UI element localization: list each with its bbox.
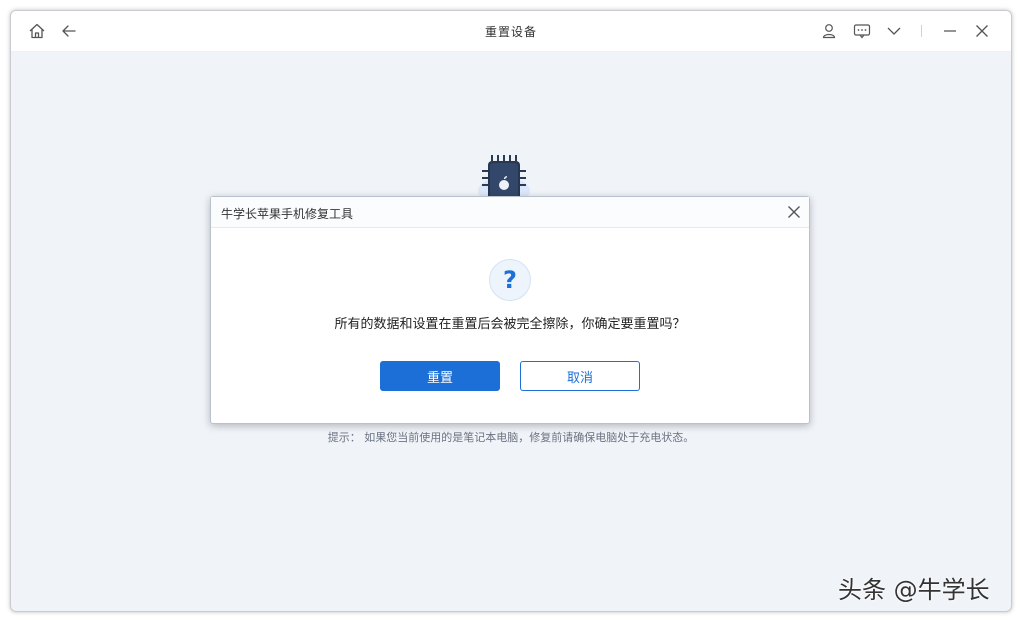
dialog-message: 所有的数据和设置在重置后会被完全擦除，你确定要重置吗？ bbox=[334, 317, 686, 332]
watermark-text: 头条 @牛学长 bbox=[838, 576, 990, 604]
dialog-close-icon[interactable] bbox=[785, 203, 803, 221]
title-bar-divider bbox=[921, 25, 922, 37]
cancel-button[interactable]: 取消 bbox=[520, 361, 640, 391]
question-icon: ? bbox=[489, 259, 531, 301]
charging-hint: 提示： 如果您当前使用的是笔记本电脑，修复前请确保电脑处于充电状态。 bbox=[327, 431, 695, 444]
minimize-icon[interactable] bbox=[940, 21, 960, 41]
chevron-down-icon[interactable] bbox=[884, 21, 904, 41]
user-icon[interactable] bbox=[819, 21, 839, 41]
feedback-icon[interactable] bbox=[852, 21, 872, 41]
close-icon[interactable] bbox=[972, 21, 992, 41]
confirm-reset-button[interactable]: 重置 bbox=[380, 361, 500, 391]
reset-confirm-dialog: 牛学长苹果手机修复工具 ? 所有的数据和设置在重置后会被完全擦除，你确定要重置吗… bbox=[210, 196, 810, 424]
dialog-header: 牛学长苹果手机修复工具 bbox=[211, 197, 809, 228]
question-mark: ? bbox=[503, 266, 517, 294]
title-bar: 重置设备 bbox=[11, 11, 1011, 52]
dialog-title: 牛学长苹果手机修复工具 bbox=[221, 207, 354, 221]
